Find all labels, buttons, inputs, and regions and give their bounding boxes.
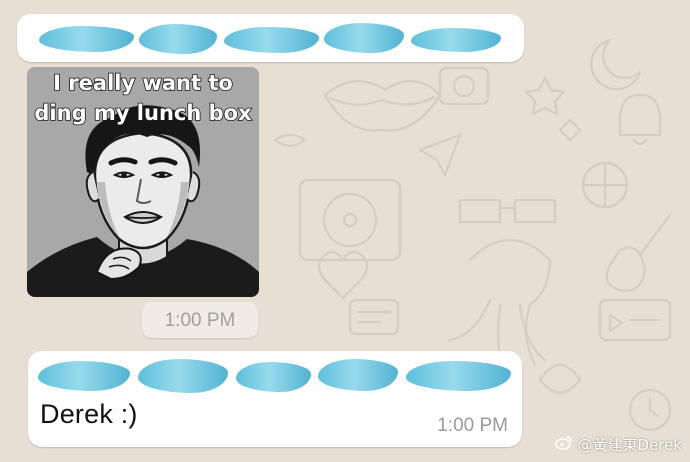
sticker-timestamp: 1:00 PM: [164, 310, 236, 331]
doodle-glasses-icon: [458, 198, 557, 224]
sticker-timestamp-pill: 1:00 PM: [142, 302, 258, 338]
message-bubble-redacted[interactable]: [17, 14, 524, 62]
doodle-paper-plane-icon: [418, 133, 462, 177]
doodle-turntable-icon: [298, 178, 402, 262]
sticker-image[interactable]: I really want to ding my lunch box: [27, 67, 259, 297]
redacted-text-block: [39, 23, 504, 55]
watermark-text: @黃建東Derek: [577, 436, 682, 454]
doodle-camera-icon: [438, 66, 490, 106]
sticker-caption-line-2: ding my lunch box: [34, 101, 253, 125]
doodle-moon-icon: [590, 38, 642, 91]
doodle-lips-icon: [323, 80, 442, 132]
message-bubble-derek[interactable]: Derek :) 1:00 PM: [28, 351, 522, 447]
doodle-heart-icon: [317, 250, 369, 300]
weibo-watermark: @黃建東Derek: [555, 434, 682, 455]
sticker-caption-line-1: I really want to: [52, 71, 233, 95]
weibo-icon: [555, 436, 573, 450]
doodle-bell-icon: [618, 93, 662, 146]
message-timestamp: 1:00 PM: [437, 415, 508, 436]
redacted-quote-block: [38, 357, 512, 395]
message-text: Derek :): [40, 399, 138, 429]
doodle-guitar-icon: [605, 213, 672, 292]
doodle-chat-icon: [348, 298, 400, 336]
doodle-star-icon: [524, 76, 566, 116]
